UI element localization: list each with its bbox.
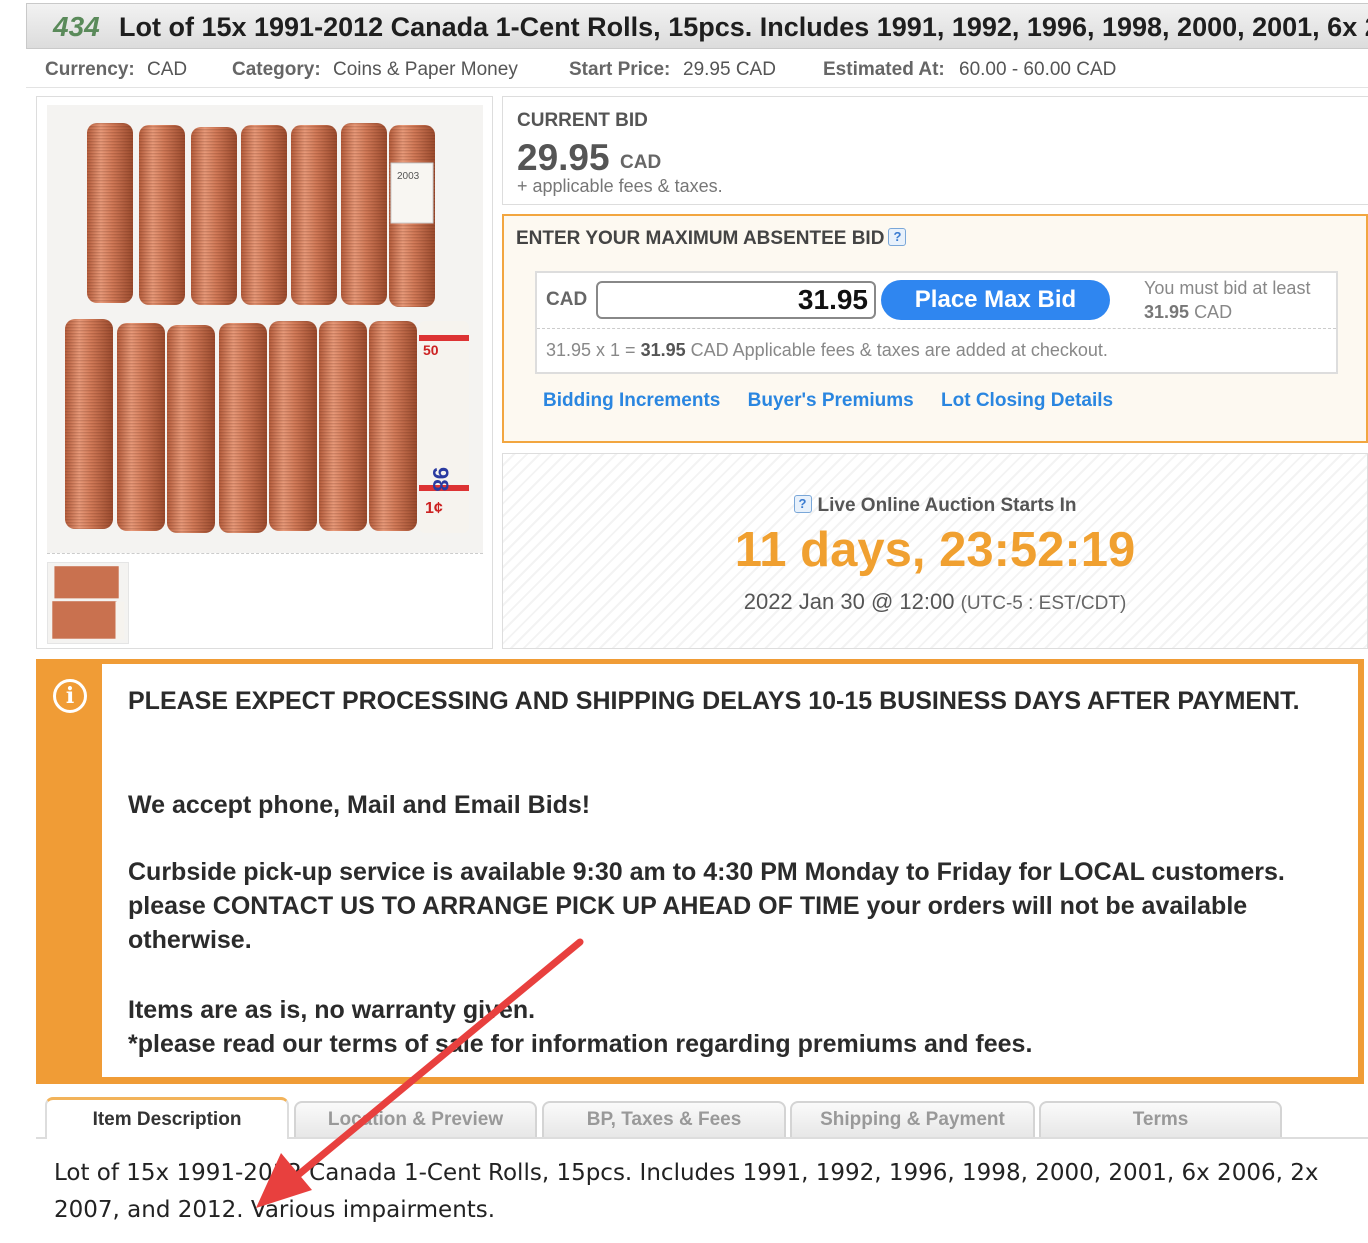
absentee-bid-box: ENTER YOUR MAXIMUM ABSENTEE BID? CAD Pla… bbox=[502, 214, 1368, 443]
bid-calculation: 31.95 x 1 = 31.95 CAD Applicable fees & … bbox=[546, 340, 1108, 361]
current-bid-caption: CURRENT BID bbox=[517, 110, 648, 131]
min-bid-note: You must bid at least bbox=[1144, 278, 1311, 298]
dashed-divider bbox=[537, 328, 1336, 329]
question-icon[interactable]: ? bbox=[793, 495, 812, 513]
shipping-notice: i PLEASE EXPECT PROCESSING AND SHIPPING … bbox=[36, 659, 1364, 1084]
photo-thumbnail[interactable] bbox=[47, 562, 129, 644]
lot-meta-row: Currency: CAD Category: Coins & Paper Mo… bbox=[26, 55, 1368, 85]
category-label: Category: bbox=[232, 59, 321, 80]
divider bbox=[26, 87, 1368, 88]
tab-location-preview[interactable]: Location & Preview bbox=[294, 1101, 537, 1137]
start-price-label: Start Price: bbox=[569, 59, 671, 80]
estimate-label: Estimated At: bbox=[823, 59, 945, 80]
lot-number: 434 bbox=[53, 11, 100, 42]
bid-currency-label: CAD bbox=[546, 289, 588, 310]
tab-shipping-payment[interactable]: Shipping & Payment bbox=[790, 1101, 1035, 1137]
lot-title: Lot of 15x 1991-2012 Canada 1-Cent Rolls… bbox=[119, 12, 1368, 42]
buyers-premiums-link[interactable]: Buyer's Premiums bbox=[748, 390, 914, 411]
min-bid-amount: 31.95 CAD bbox=[1144, 302, 1232, 323]
absentee-caption: ENTER YOUR MAXIMUM ABSENTEE BID? bbox=[516, 228, 907, 250]
countdown-label: ? Live Online Auction Starts In bbox=[503, 495, 1367, 517]
roll-tag-side: 50 bbox=[423, 342, 439, 358]
fees-note: + applicable fees & taxes. bbox=[517, 176, 723, 196]
calc-prefix: 31.95 x 1 = bbox=[546, 340, 636, 360]
notice-line: We accept phone, Mail and Email Bids! bbox=[128, 791, 591, 819]
min-bid-currency: CAD bbox=[1194, 302, 1233, 322]
coin-rolls-image: 2003 98 1¢ 50 bbox=[65, 123, 469, 533]
estimate-value: 60.00 - 60.00 CAD bbox=[959, 59, 1117, 80]
roll-tag-cent: 1¢ bbox=[425, 500, 443, 517]
current-bid-box: CURRENT BID 29.95 CAD + applicable fees … bbox=[502, 96, 1368, 205]
roll-label-text: 2003 bbox=[397, 171, 420, 182]
absentee-caption-text: ENTER YOUR MAXIMUM ABSENTEE BID bbox=[516, 228, 885, 249]
place-max-bid-button[interactable]: Place Max Bid bbox=[881, 280, 1110, 320]
lot-closing-details-link[interactable]: Lot Closing Details bbox=[941, 390, 1113, 411]
info-icon: i bbox=[53, 679, 87, 713]
start-price-value: 29.95 CAD bbox=[683, 59, 776, 80]
lot-title-bar: 434 Lot of 15x 1991-2012 Canada 1-Cent R… bbox=[26, 3, 1368, 49]
notice-body: PLEASE EXPECT PROCESSING AND SHIPPING DE… bbox=[102, 664, 1358, 1077]
currency-label: Currency: bbox=[45, 59, 135, 80]
notice-line: Curbside pick-up service is available 9:… bbox=[128, 858, 1285, 954]
photo-separator bbox=[47, 553, 483, 554]
tab-terms[interactable]: Terms bbox=[1039, 1101, 1282, 1137]
auction-countdown: ? Live Online Auction Starts In 11 days, … bbox=[502, 453, 1368, 649]
min-bid-value: 31.95 bbox=[1144, 302, 1190, 322]
current-bid-currency: CAD bbox=[620, 152, 662, 173]
countdown-label-text: Live Online Auction Starts In bbox=[817, 495, 1077, 516]
notice-line: *please read our terms of sale for infor… bbox=[128, 1030, 1033, 1058]
item-description: Lot of 15x 1991-2012 Canada 1-Cent Rolls… bbox=[54, 1160, 1319, 1223]
notice-line: Items are as is, no warranty given. bbox=[128, 996, 536, 1024]
current-bid-amount: 29.95 bbox=[517, 137, 610, 178]
image-panel: 2003 98 1¢ 50 bbox=[36, 96, 493, 649]
tab-item-description[interactable]: Item Description bbox=[45, 1097, 289, 1139]
bidding-increments-link[interactable]: Bidding Increments bbox=[543, 390, 720, 411]
auction-timezone: (UTC-5 : EST/CDT) bbox=[960, 593, 1127, 614]
bid-form: CAD Place Max Bid You must bid at least … bbox=[535, 271, 1338, 374]
lot-photo[interactable]: 2003 98 1¢ 50 bbox=[47, 105, 483, 553]
calc-suffix: CAD Applicable fees & taxes are added at… bbox=[690, 340, 1108, 360]
notice-line: PLEASE EXPECT PROCESSING AND SHIPPING DE… bbox=[128, 687, 1300, 715]
question-icon[interactable]: ? bbox=[888, 228, 907, 246]
calc-total: 31.95 bbox=[640, 340, 686, 360]
tab-bp-taxes-fees[interactable]: BP, Taxes & Fees bbox=[542, 1101, 786, 1137]
roll-tag-text: 98 bbox=[428, 467, 453, 491]
countdown-timer: 11 days, 23:52:19 bbox=[734, 523, 1136, 577]
category-link[interactable]: Coins & Paper Money bbox=[333, 59, 518, 81]
currency-link[interactable]: CAD bbox=[147, 59, 187, 81]
bid-links: Bidding Increments Buyer's Premiums Lot … bbox=[543, 390, 1135, 412]
max-bid-input[interactable] bbox=[596, 281, 876, 319]
auction-date: 2022 Jan 30 @ 12:00 (UTC-5 : EST/CDT) bbox=[503, 589, 1367, 615]
auction-date-text: 2022 Jan 30 @ 12:00 bbox=[743, 589, 955, 614]
